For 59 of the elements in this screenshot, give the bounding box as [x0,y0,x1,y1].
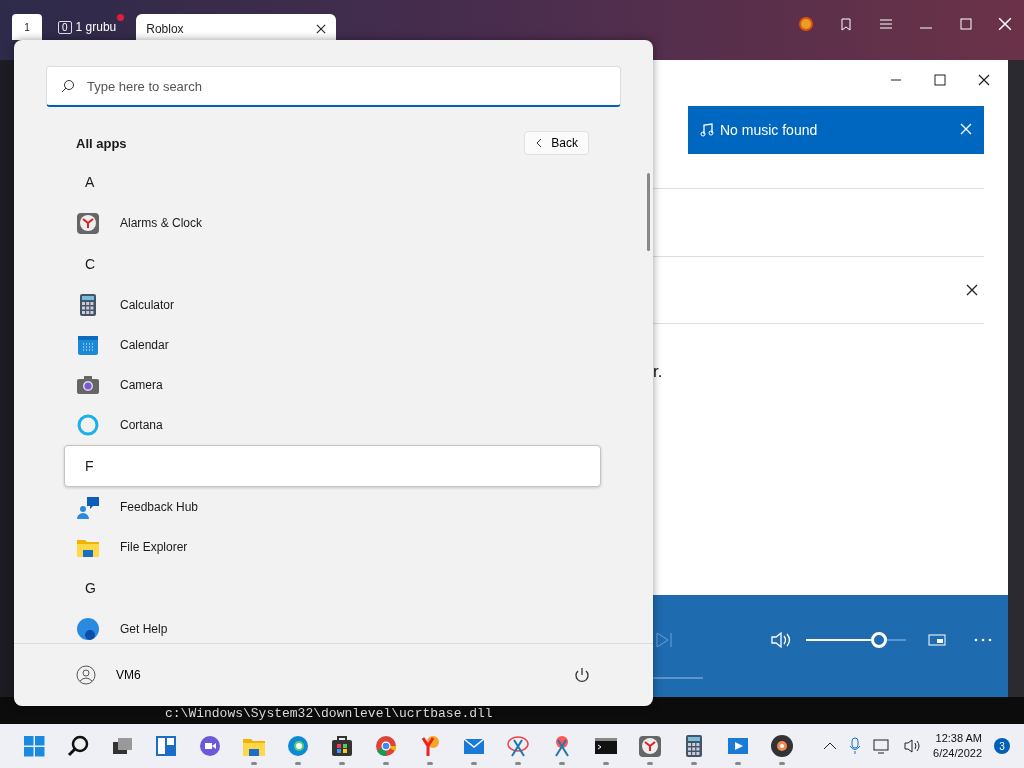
body-text: r. [653,362,664,382]
app-name[interactable]: File Explorer [120,540,188,554]
windows-logo-icon [22,734,46,758]
microphone-icon[interactable] [849,737,862,755]
section-heading: All apps [76,135,127,151]
app-name[interactable]: Cortana [120,418,163,432]
chrome-icon [374,734,398,758]
app-name[interactable]: Alarms & Clock [120,216,202,230]
circle-icon[interactable] [798,16,814,32]
letter-heading[interactable]: G [64,567,601,609]
app-name[interactable]: Feedback Hub [120,500,199,514]
power-icon[interactable] [573,666,591,684]
close-icon[interactable] [966,284,978,296]
close-icon[interactable] [978,74,990,86]
volume-icon[interactable] [903,738,922,754]
notification-badge[interactable]: 3 [994,738,1010,754]
chevron-up-icon[interactable] [823,741,838,751]
app-name[interactable]: Get Help [120,622,168,636]
clock[interactable]: 12:38 AM 6/24/2022 [933,731,982,761]
console-text: c:\Windows\System32\downlevel\ucrtbase.dll [165,705,493,721]
camera-icon [76,373,100,397]
letter-heading[interactable]: F [64,445,601,487]
home-button[interactable]: 1 [12,14,42,40]
search-bar[interactable]: Type here to search [46,66,621,107]
app-name[interactable]: Calculator [120,298,175,312]
scrollbar[interactable] [647,173,650,251]
letter-heading[interactable]: C [64,243,601,285]
music-note-icon [700,123,714,137]
chat-icon [198,734,222,758]
disc-icon [770,734,794,758]
app-name[interactable]: Calendar [120,338,169,352]
menu-icon[interactable] [878,16,894,32]
help-icon [76,617,100,641]
close-icon[interactable] [316,24,327,34]
more-icon[interactable] [974,637,992,643]
letter-heading[interactable]: A [64,161,601,203]
user-name[interactable]: VM6 [116,668,141,682]
monitor-icon[interactable] [873,738,892,754]
app-name[interactable]: Camera [120,378,163,392]
banner-text: No music found [720,122,818,138]
store-icon [330,734,354,758]
maximize-icon[interactable] [934,74,946,86]
volume-icon[interactable] [770,631,792,649]
back-button[interactable]: Back [524,131,589,155]
scissors-icon [506,734,530,758]
tab-group-button[interactable]: 0 1 grubu [52,14,123,40]
maximize-icon[interactable] [958,16,974,32]
user-icon[interactable] [76,665,96,685]
feedback-icon [76,495,100,519]
bookmarks-icon[interactable] [838,16,854,32]
search-icon [66,734,90,758]
calendar-icon [76,333,100,357]
widgets-icon [154,734,178,758]
ring-icon [76,413,100,437]
mini-view-icon[interactable] [928,633,946,647]
chevron-left-icon [535,138,544,148]
search-icon [61,79,75,93]
search-input[interactable]: Type here to search [85,77,606,95]
notification-dot [117,14,125,21]
